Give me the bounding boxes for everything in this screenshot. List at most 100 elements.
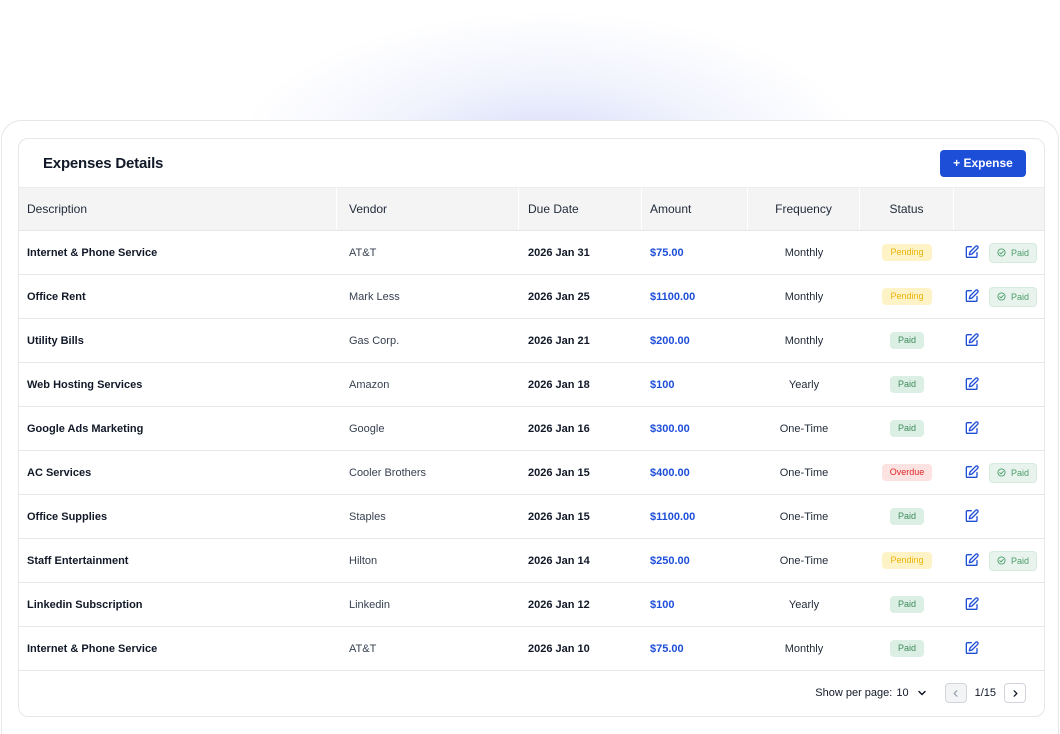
status-badge: Pending xyxy=(882,244,932,261)
status-badge: Paid xyxy=(889,376,924,393)
frequency-cell: One-Time xyxy=(748,451,860,494)
due-date-cell: 2026 Jan 25 xyxy=(519,275,642,318)
mark-paid-button[interactable]: Paid xyxy=(989,242,1038,263)
mark-paid-button[interactable]: Paid xyxy=(989,550,1038,571)
expense-amount: $100 xyxy=(650,378,675,391)
table-row: Office Rent Mark Less 2026 Jan 25 $1100.00 M… xyxy=(19,275,1044,319)
chevron-down-icon[interactable] xyxy=(917,688,927,698)
per-page-label: Show per page: xyxy=(815,687,893,699)
edit-icon[interactable] xyxy=(964,552,981,569)
column-header-status[interactable]: Status xyxy=(860,188,954,230)
column-header-frequency[interactable]: Frequency xyxy=(748,188,860,230)
edit-icon[interactable] xyxy=(964,420,981,437)
amount-cell: $1100.00 xyxy=(642,495,748,538)
actions-cell xyxy=(954,363,1044,406)
edit-icon[interactable] xyxy=(964,332,981,349)
expense-due-date: 2026 Jan 12 xyxy=(528,598,590,611)
due-date-cell: 2026 Jan 21 xyxy=(519,319,642,362)
expenses-card: Expenses Details + Expense Description V… xyxy=(18,138,1045,717)
check-circle-icon xyxy=(997,556,1006,565)
mark-paid-button[interactable]: Paid xyxy=(989,462,1038,483)
status-cell: Paid xyxy=(860,627,954,670)
expense-frequency: One-Time xyxy=(779,466,829,479)
edit-icon[interactable] xyxy=(964,508,981,525)
edit-icon[interactable] xyxy=(964,244,981,261)
column-header-vendor[interactable]: Vendor xyxy=(337,188,519,230)
expense-frequency: One-Time xyxy=(779,510,829,523)
expense-amount: $300.00 xyxy=(650,422,690,435)
prev-page-button[interactable] xyxy=(944,683,967,703)
amount-cell: $100 xyxy=(642,583,748,626)
expense-frequency: Monthly xyxy=(784,334,824,347)
expense-vendor: Mark Less xyxy=(349,290,400,303)
expense-description: Staff Entertainment xyxy=(27,554,129,567)
expense-amount: $400.00 xyxy=(650,466,690,479)
vendor-cell: Hilton xyxy=(337,539,519,582)
column-header-description[interactable]: Description xyxy=(19,188,337,230)
amount-cell: $200.00 xyxy=(642,319,748,362)
vendor-cell: Mark Less xyxy=(337,275,519,318)
expense-frequency: Monthly xyxy=(784,642,824,655)
expense-description: Office Supplies xyxy=(27,510,108,523)
actions-cell: Paid xyxy=(954,539,1044,582)
column-header-due-date[interactable]: Due Date xyxy=(519,188,642,230)
column-header-amount[interactable]: Amount xyxy=(642,188,748,230)
actions-cell xyxy=(954,319,1044,362)
page-title: Expenses Details xyxy=(43,154,164,172)
due-date-cell: 2026 Jan 18 xyxy=(519,363,642,406)
status-cell: Overdue xyxy=(860,451,954,494)
status-badge: Paid xyxy=(889,640,924,657)
expense-vendor: Gas Corp. xyxy=(349,334,400,347)
expense-vendor: Amazon xyxy=(349,378,390,391)
table-header: Description Vendor Due Date Amount Frequ… xyxy=(19,187,1044,231)
status-cell: Paid xyxy=(860,319,954,362)
actions-cell: Paid xyxy=(954,275,1044,318)
expense-due-date: 2026 Jan 14 xyxy=(528,554,590,567)
edit-icon[interactable] xyxy=(964,640,981,657)
actions-cell xyxy=(954,495,1044,538)
vendor-cell: Staples xyxy=(337,495,519,538)
chevron-left-icon xyxy=(953,689,958,697)
status-cell: Paid xyxy=(860,583,954,626)
expense-vendor: Cooler Brothers xyxy=(349,466,427,479)
edit-icon[interactable] xyxy=(964,596,981,613)
check-circle-icon xyxy=(997,292,1006,301)
expense-due-date: 2026 Jan 10 xyxy=(528,642,590,655)
expense-amount: $200.00 xyxy=(650,334,690,347)
description-cell: Office Supplies xyxy=(19,495,337,538)
expense-frequency: Yearly xyxy=(788,598,820,611)
due-date-cell: 2026 Jan 10 xyxy=(519,627,642,670)
frequency-cell: Yearly xyxy=(748,363,860,406)
edit-icon[interactable] xyxy=(964,376,981,393)
card-header: Expenses Details + Expense xyxy=(19,139,1044,187)
column-header-actions xyxy=(954,188,1044,230)
mark-paid-button[interactable]: Paid xyxy=(989,286,1038,307)
actions-cell: Paid xyxy=(954,451,1044,494)
description-cell: Google Ads Marketing xyxy=(19,407,337,450)
per-page-select[interactable]: 10 xyxy=(896,687,908,699)
frequency-cell: Yearly xyxy=(748,583,860,626)
frequency-cell: One-Time xyxy=(748,495,860,538)
expense-description: Google Ads Marketing xyxy=(27,422,144,435)
table-row: Linkedin Subscription Linkedin 2026 Jan 12… xyxy=(19,583,1044,627)
mark-paid-label: Paid xyxy=(1011,291,1030,302)
table-row: Staff Entertainment Hilton 2026 Jan 14 $250… xyxy=(19,539,1044,583)
amount-cell: $75.00 xyxy=(642,627,748,670)
edit-icon[interactable] xyxy=(964,288,981,305)
expense-description: Linkedin Subscription xyxy=(27,598,143,611)
expense-description: Utility Bills xyxy=(27,334,84,347)
description-cell: Staff Entertainment xyxy=(19,539,337,582)
status-cell: Paid xyxy=(860,363,954,406)
chevron-right-icon xyxy=(1013,689,1017,697)
due-date-cell: 2026 Jan 31 xyxy=(519,231,642,274)
amount-cell: $300.00 xyxy=(642,407,748,450)
expense-due-date: 2026 Jan 18 xyxy=(528,378,590,391)
table-row: Web Hosting Services Amazon 2026 Jan 18 $10… xyxy=(19,363,1044,407)
actions-cell xyxy=(954,627,1044,670)
add-expense-button[interactable]: + Expense xyxy=(940,149,1026,177)
expense-frequency: One-Time xyxy=(779,422,829,435)
table-row: Internet & Phone Service AT&T 2026 Jan 10 $… xyxy=(19,627,1044,671)
edit-icon[interactable] xyxy=(964,464,981,481)
next-page-button[interactable] xyxy=(1004,683,1026,703)
mark-paid-label: Paid xyxy=(1011,247,1030,258)
